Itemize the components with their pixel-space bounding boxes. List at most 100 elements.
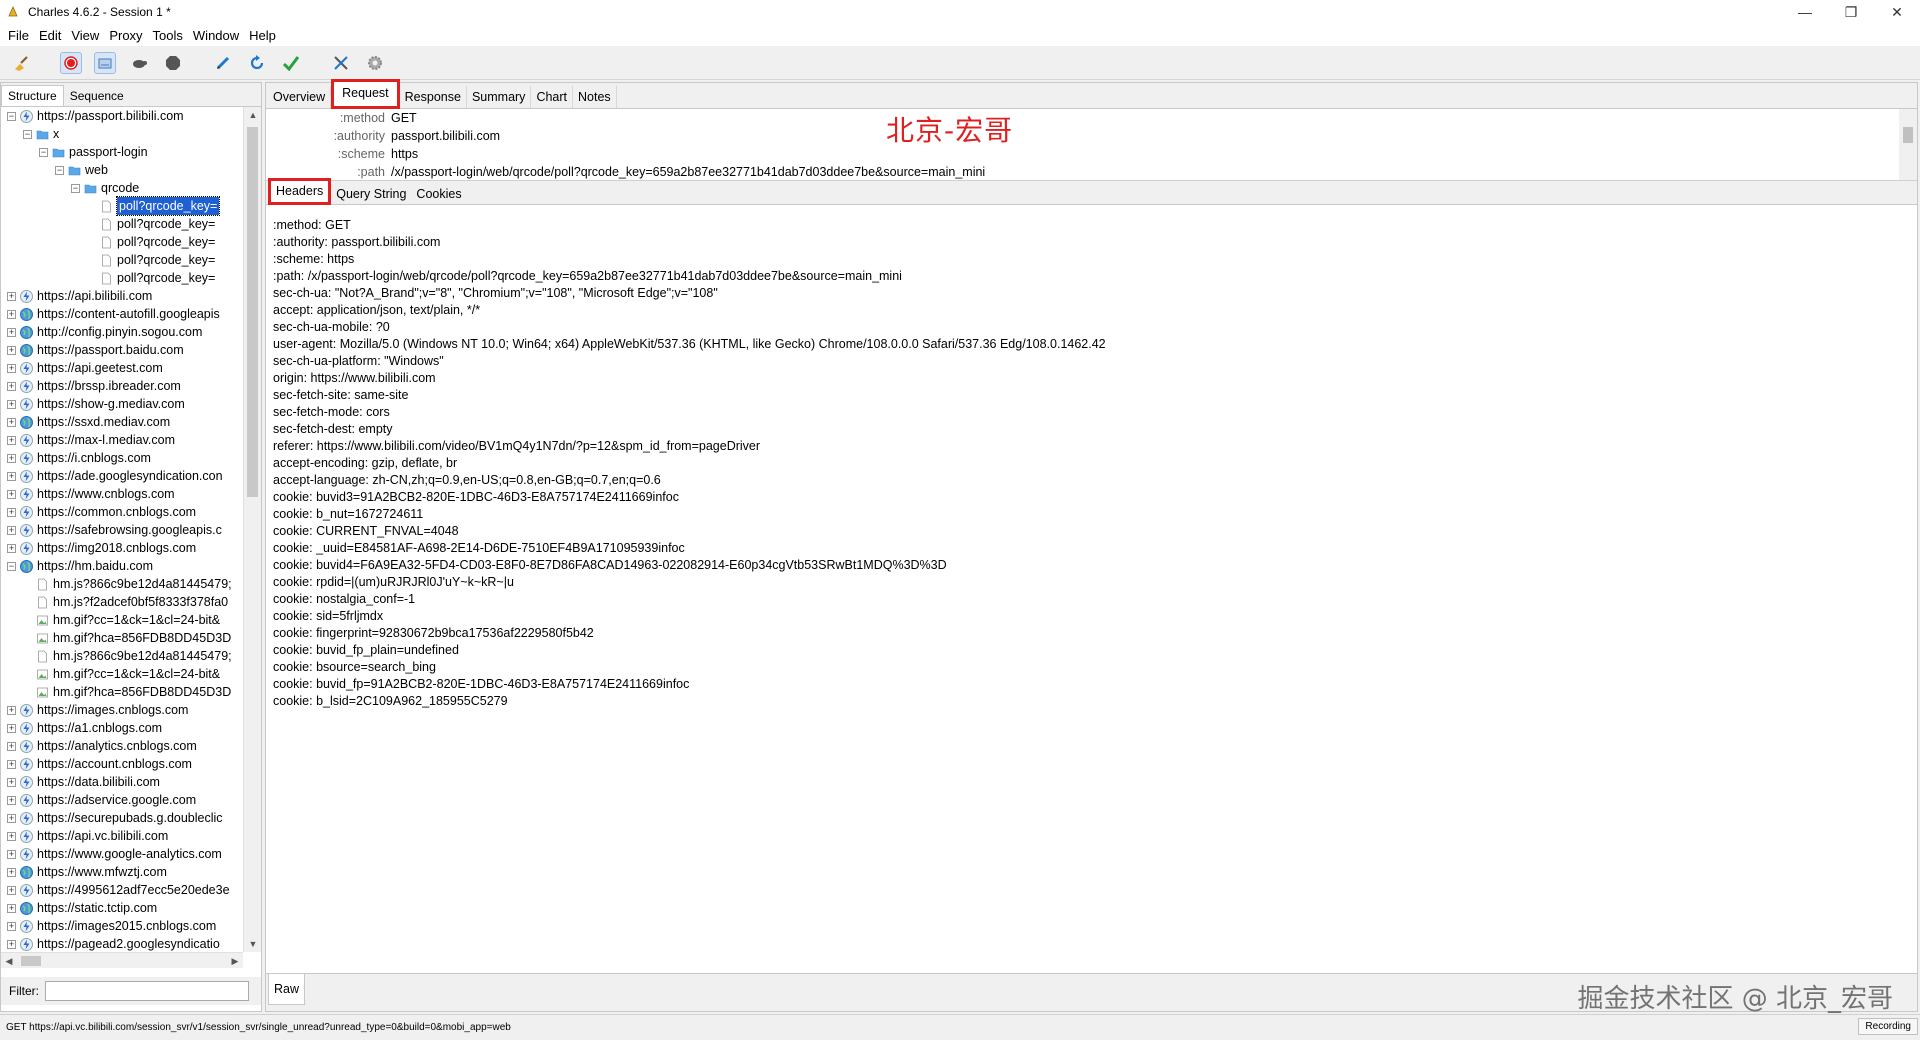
tree-node[interactable]: − web [1, 161, 243, 179]
tree-node[interactable]: poll?qrcode_key= [1, 269, 243, 287]
expand-icon[interactable]: + [7, 291, 16, 301]
expand-icon[interactable]: + [7, 723, 16, 733]
tree-node[interactable]: − https://passport.bilibili.com [1, 107, 243, 125]
tree-node[interactable]: + https://max-l.mediav.com [1, 431, 243, 449]
scroll-down-arrow-icon[interactable]: ▼ [244, 936, 262, 952]
filter-input[interactable] [45, 981, 249, 1001]
expand-icon[interactable]: + [7, 939, 16, 949]
tree-node[interactable]: + https://api.vc.bilibili.com [1, 827, 243, 845]
tab-cookies[interactable]: Cookies [411, 184, 466, 204]
tree-node[interactable]: − qrcode [1, 179, 243, 197]
tree-horizontal-scrollbar[interactable]: ◀ ▶ [1, 952, 243, 968]
menu-file[interactable]: File [8, 28, 29, 43]
expand-icon[interactable]: + [7, 507, 16, 517]
menu-tools[interactable]: Tools [153, 28, 183, 43]
expand-icon[interactable]: + [7, 795, 16, 805]
tree-node[interactable]: + https://common.cnblogs.com [1, 503, 243, 521]
expand-icon[interactable]: + [7, 363, 16, 373]
expand-icon[interactable]: + [7, 543, 16, 553]
tree-node[interactable]: + https://ssxd.mediav.com [1, 413, 243, 431]
scroll-left-arrow-icon[interactable]: ◀ [1, 953, 17, 969]
tree-node[interactable]: + https://adservice.google.com [1, 791, 243, 809]
tree-node[interactable]: + https://api.bilibili.com [1, 287, 243, 305]
tree-node[interactable]: + https://4995612adf7ecc5e20ede3e [1, 881, 243, 899]
scroll-right-arrow-icon[interactable]: ▶ [227, 953, 243, 969]
tree-node[interactable]: + https://passport.baidu.com [1, 341, 243, 359]
tree-node[interactable]: hm.js?866c9be12d4a81445479; [1, 575, 243, 593]
tree-node[interactable]: + https://content-autofill.googleapis [1, 305, 243, 323]
tree-node[interactable]: + https://account.cnblogs.com [1, 755, 243, 773]
expand-icon[interactable]: + [7, 831, 16, 841]
collapse-icon[interactable]: − [23, 129, 32, 139]
summary-scrollbar[interactable] [1899, 109, 1917, 180]
tree-node[interactable]: hm.gif?cc=1&ck=1&cl=24-bit& [1, 611, 243, 629]
expand-icon[interactable]: + [7, 705, 16, 715]
expand-icon[interactable]: + [7, 813, 16, 823]
tree-node[interactable]: poll?qrcode_key= [1, 215, 243, 233]
expand-icon[interactable]: + [7, 417, 16, 427]
tab-response[interactable]: Response [400, 86, 467, 108]
tree-node[interactable]: + https://safebrowsing.googleapis.c [1, 521, 243, 539]
tree-node[interactable]: − https://hm.baidu.com [1, 557, 243, 575]
tab-query-string[interactable]: Query String [331, 184, 411, 204]
expand-icon[interactable]: + [7, 327, 16, 337]
tree-node[interactable]: hm.js?f2adcef0bf5f8333f378fa0 [1, 593, 243, 611]
expand-icon[interactable]: + [7, 885, 16, 895]
stop-button[interactable] [162, 52, 184, 74]
menu-view[interactable]: View [71, 28, 99, 43]
tree-node[interactable]: + https://static.tctip.com [1, 899, 243, 917]
close-button[interactable]: ✕ [1874, 0, 1920, 24]
expand-icon[interactable]: + [7, 399, 16, 409]
expand-icon[interactable]: + [7, 345, 16, 355]
clear-session-button[interactable] [10, 52, 32, 74]
expand-icon[interactable]: + [7, 903, 16, 913]
compose-button[interactable] [212, 52, 234, 74]
tree-node[interactable]: + https://www.cnblogs.com [1, 485, 243, 503]
breakpoints-turtle-button[interactable] [128, 52, 150, 74]
tree-node[interactable]: hm.gif?hca=856FDB8DD45D3D [1, 683, 243, 701]
expand-icon[interactable]: + [7, 471, 16, 481]
collapse-icon[interactable]: − [7, 561, 16, 571]
tree-node[interactable]: + https://images.cnblogs.com [1, 701, 243, 719]
summary-scroll-thumb[interactable] [1903, 127, 1913, 143]
tree-node[interactable]: hm.js?866c9be12d4a81445479; [1, 647, 243, 665]
tree-node[interactable]: poll?qrcode_key= [1, 196, 243, 216]
tree-node[interactable]: − x [1, 125, 243, 143]
tab-headers[interactable]: Headers [268, 178, 332, 205]
menu-proxy[interactable]: Proxy [109, 28, 142, 43]
menu-window[interactable]: Window [193, 28, 239, 43]
expand-icon[interactable]: + [7, 759, 16, 769]
collapse-icon[interactable]: − [39, 147, 48, 157]
menu-help[interactable]: Help [249, 28, 276, 43]
tree-node[interactable]: + https://i.cnblogs.com [1, 449, 243, 467]
tab-chart[interactable]: Chart [531, 86, 574, 108]
settings-button[interactable] [364, 52, 386, 74]
menu-edit[interactable]: Edit [39, 28, 61, 43]
tree-node[interactable]: + https://brssp.ibreader.com [1, 377, 243, 395]
expand-icon[interactable]: + [7, 849, 16, 859]
expand-icon[interactable]: + [7, 867, 16, 877]
tree-node[interactable]: + https://images2015.cnblogs.com [1, 917, 243, 935]
tree-node[interactable]: hm.gif?hca=856FDB8DD45D3D [1, 629, 243, 647]
expand-icon[interactable]: + [7, 381, 16, 391]
tree-node[interactable]: + http://config.pinyin.sogou.com [1, 323, 243, 341]
tab-sequence[interactable]: Sequence [64, 86, 130, 106]
tree-node[interactable]: + https://www.mfwztj.com [1, 863, 243, 881]
scroll-thumb[interactable] [247, 127, 258, 497]
tree-node[interactable]: + https://pagead2.googlesyndicatio [1, 935, 243, 952]
collapse-icon[interactable]: − [55, 165, 64, 175]
tree-node[interactable]: + https://data.bilibili.com [1, 773, 243, 791]
expand-icon[interactable]: + [7, 921, 16, 931]
tab-notes[interactable]: Notes [573, 86, 617, 108]
tree-node[interactable]: + https://a1.cnblogs.com [1, 719, 243, 737]
tab-summary[interactable]: Summary [467, 86, 532, 108]
tree-node[interactable]: hm.gif?cc=1&ck=1&cl=24-bit& [1, 665, 243, 683]
tree-node[interactable]: + https://analytics.cnblogs.com [1, 737, 243, 755]
tree-node[interactable]: + https://show-g.mediav.com [1, 395, 243, 413]
tree-node[interactable]: poll?qrcode_key= [1, 233, 243, 251]
expand-icon[interactable]: + [7, 489, 16, 499]
expand-icon[interactable]: + [7, 777, 16, 787]
maximize-button[interactable]: ❐ [1828, 0, 1874, 24]
tree-vertical-scrollbar[interactable]: ▲ ▼ [243, 107, 261, 952]
expand-icon[interactable]: + [7, 309, 16, 319]
